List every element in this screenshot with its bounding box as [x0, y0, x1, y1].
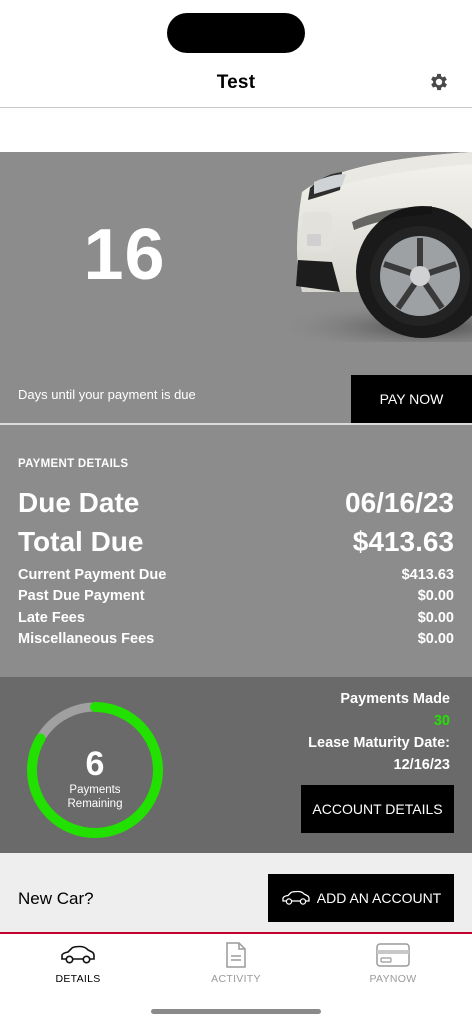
- tab-details-label: DETAILS: [55, 973, 101, 985]
- late-fees-row: Late Fees $0.00: [18, 610, 454, 626]
- days-until-due-count: 16: [83, 215, 166, 295]
- payment-details-heading: PAYMENT DETAILS: [18, 458, 129, 470]
- miscellaneous-fees-label: Miscellaneous Fees: [18, 631, 155, 647]
- current-payment-due-value: $413.63: [401, 567, 454, 583]
- miscellaneous-fees-value: $0.00: [417, 631, 454, 647]
- late-fees-label: Late Fees: [18, 610, 85, 626]
- due-date-value: 06/16/23: [345, 487, 454, 518]
- payment-details-panel: PAYMENT DETAILS Due Date 06/16/23 Total …: [0, 425, 472, 677]
- current-payment-due-label: Current Payment Due: [18, 567, 167, 583]
- payments-summary-panel: 6 Payments Remaining Payments Made 30 Le…: [0, 677, 472, 853]
- days-until-due-panel: 16 Days until your payment is due PAY NO…: [0, 152, 472, 423]
- past-due-payment-row: Past Due Payment $0.00: [18, 588, 454, 604]
- gear-icon[interactable]: [428, 71, 450, 93]
- due-date-label: Due Date: [18, 487, 140, 518]
- account-details-button[interactable]: ACCOUNT DETAILS: [301, 785, 454, 833]
- tab-details[interactable]: DETAILS: [18, 940, 138, 985]
- new-car-label: New Car?: [18, 889, 94, 908]
- lease-maturity-label: Lease Maturity Date:: [308, 735, 450, 751]
- tab-activity-label: ACTIVITY: [211, 973, 261, 985]
- total-due-row: Total Due $413.63: [18, 526, 454, 558]
- add-account-label: ADD AN ACCOUNT: [316, 890, 442, 906]
- car-image: [272, 152, 472, 342]
- home-indicator: [151, 1009, 321, 1014]
- car-icon: [61, 945, 95, 964]
- document-icon: [226, 942, 246, 968]
- past-due-payment-value: $0.00: [417, 588, 454, 604]
- tab-activity[interactable]: ACTIVITY: [176, 940, 296, 985]
- total-due-label: Total Due: [18, 526, 144, 557]
- payments-remaining-ring: 6 Payments Remaining: [22, 697, 168, 843]
- late-fees-value: $0.00: [417, 610, 454, 626]
- days-until-due-caption: Days until your payment is due: [18, 387, 196, 402]
- page-title: Test: [216, 72, 256, 93]
- tab-paynow[interactable]: PAYNOW: [333, 940, 453, 985]
- payments-remaining-label-line2: Remaining: [67, 798, 123, 810]
- dynamic-island: [167, 13, 305, 53]
- payments-remaining-label: Payments Remaining: [22, 783, 168, 811]
- new-car-banner: New Car? ADD AN ACCOUNT: [0, 853, 472, 933]
- due-date-row: Due Date 06/16/23: [18, 487, 454, 519]
- current-payment-due-row: Current Payment Due $413.63: [18, 567, 454, 583]
- payments-made-value: 30: [433, 713, 450, 729]
- pay-now-button[interactable]: PAY NOW: [351, 375, 472, 423]
- credit-card-icon: [376, 943, 410, 967]
- app-header: Test: [0, 60, 472, 108]
- tab-paynow-label: PAYNOW: [369, 973, 417, 985]
- past-due-payment-label: Past Due Payment: [18, 588, 145, 604]
- payments-made-label: Payments Made: [340, 691, 450, 707]
- car-icon: [282, 890, 310, 905]
- payments-remaining-count: 6: [85, 745, 105, 783]
- payments-remaining-label-line1: Payments: [69, 784, 121, 796]
- lease-maturity-value: 12/16/23: [393, 757, 450, 773]
- add-account-button[interactable]: ADD AN ACCOUNT: [268, 874, 454, 922]
- total-due-value: $413.63: [352, 526, 454, 557]
- miscellaneous-fees-row: Miscellaneous Fees $0.00: [18, 631, 454, 647]
